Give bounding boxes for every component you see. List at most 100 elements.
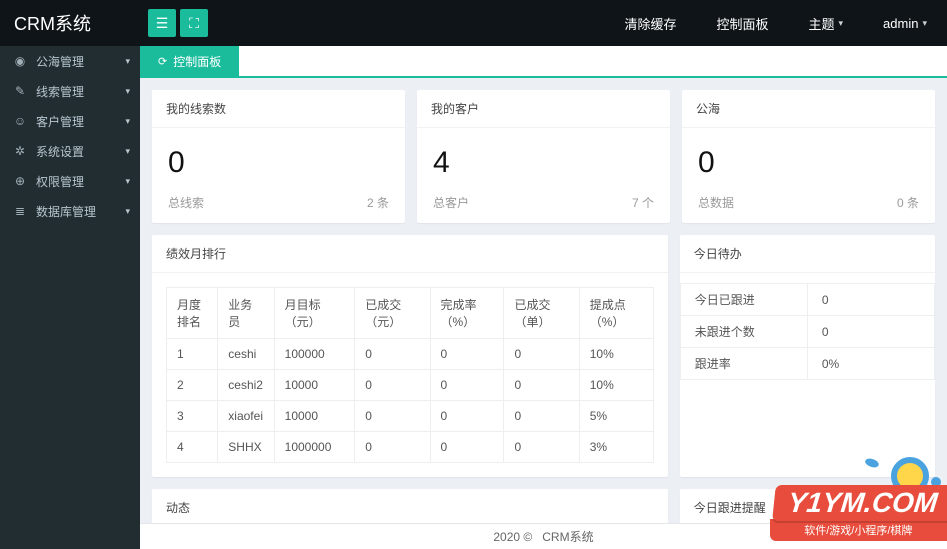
footer: 2020 © CRM系统: [140, 523, 947, 549]
dashboard-link[interactable]: 控制面板: [696, 0, 788, 46]
stat-foot-left: 总线索: [168, 194, 204, 211]
stat-foot-right: 7 个: [632, 194, 654, 211]
stat-foot-right: 2 条: [367, 194, 389, 211]
todo-panel-title: 今日待办: [680, 235, 935, 273]
table-cell: 跟进率: [680, 348, 807, 380]
stat-title: 我的客户: [417, 90, 670, 128]
table-cell: 2: [167, 370, 218, 401]
chevron-down-icon: ▾: [839, 18, 844, 29]
stat-card-0: 我的线索数 0 总线索 2 条: [152, 90, 405, 223]
sidebar-item-icon: ✎: [12, 84, 28, 98]
table-cell: 0: [807, 316, 934, 348]
table-cell: 1: [167, 339, 218, 370]
table-cell: 未跟进个数: [680, 316, 807, 348]
top-right-menu: 清除缓存 控制面板 主题▾ admin▾: [604, 0, 947, 46]
fullscreen-button[interactable]: ⛶: [180, 9, 208, 37]
table-cell: 1000000: [274, 432, 355, 463]
table-row: 2ceshi21000000010%: [167, 370, 654, 401]
sidebar-item-label: 客户管理: [36, 113, 84, 130]
sidebar-item-0[interactable]: ◉公海管理▾: [0, 46, 140, 76]
table-cell: 0: [355, 339, 430, 370]
chevron-down-icon: ▾: [125, 206, 130, 217]
sidebar-item-label: 数据库管理: [36, 203, 96, 220]
table-cell: 今日已跟进: [680, 284, 807, 316]
tab-dashboard[interactable]: ⟳ 控制面板: [140, 46, 239, 76]
sidebar-item-icon: ⊕: [12, 174, 28, 188]
table-header: 月度排名: [167, 288, 218, 339]
sidebar-item-4[interactable]: ⊕权限管理▾: [0, 166, 140, 196]
sidebar-item-1[interactable]: ✎ 线索管理 ▾: [0, 76, 140, 106]
table-header: 月目标（元）: [274, 288, 355, 339]
theme-dropdown[interactable]: 主题▾: [789, 0, 864, 46]
stat-foot-left: 总数据: [698, 194, 734, 211]
rank-table: 月度排名业务员月目标（元）已成交（元）完成率（%）已成交（单）提成点（%） 1c…: [166, 287, 654, 463]
header-buttons: ☰ ⛶: [140, 9, 208, 37]
sidebar-item-icon: ☺: [12, 114, 28, 128]
brand-title: CRM系统: [0, 10, 140, 36]
sidebar-item-label: 公海管理: [36, 53, 84, 70]
sidebar-item-icon: ✲: [12, 144, 28, 158]
sidebar: ◉公海管理▾✎线索管理▾☺客户管理▾✲系统设置▾⊕权限管理▾≣数据库管理▾: [0, 46, 140, 549]
table-cell: 0: [355, 401, 430, 432]
remind-panel: 今日跟进提醒: [680, 489, 935, 523]
stat-card-1: 我的客户 4 总客户 7 个: [417, 90, 670, 223]
user-dropdown[interactable]: admin▾: [863, 0, 947, 46]
table-row: 4SHHX10000000003%: [167, 432, 654, 463]
table-cell: SHHX: [218, 432, 274, 463]
stat-foot-right: 0 条: [897, 194, 919, 211]
table-header: 完成率（%）: [430, 288, 504, 339]
sidebar-item-icon: ≣: [12, 204, 28, 218]
activity-panel: 动态 admin 跟进 跟进记录： 跟进时间：2021-07-07 16:46:…: [152, 489, 668, 523]
sidebar-item-3[interactable]: ✲ 系统设置 ▾: [0, 136, 140, 166]
table-cell: 5%: [579, 401, 653, 432]
table-row: 3xiaofei100000005%: [167, 401, 654, 432]
table-cell: 3: [167, 401, 218, 432]
table-cell: 0: [430, 401, 504, 432]
sidebar-item-label: 线索管理: [36, 83, 84, 100]
stat-title: 我的线索数: [152, 90, 405, 128]
table-cell: 0: [355, 370, 430, 401]
refresh-icon: ⟳: [158, 55, 167, 68]
table-cell: 0%: [807, 348, 934, 380]
table-cell: ceshi: [218, 339, 274, 370]
table-row: 1ceshi10000000010%: [167, 339, 654, 370]
stat-value: 0: [168, 138, 389, 190]
table-cell: 0: [504, 339, 579, 370]
chevron-down-icon: ▾: [125, 146, 130, 157]
table-header: 已成交（元）: [355, 288, 430, 339]
menu-toggle-button[interactable]: ☰: [148, 9, 176, 37]
stat-value: 0: [698, 138, 919, 190]
table-header: 提成点（%）: [579, 288, 653, 339]
clear-cache-link[interactable]: 清除缓存: [604, 0, 696, 46]
sidebar-item-label: 系统设置: [36, 143, 84, 160]
chevron-down-icon: ▾: [125, 56, 130, 67]
table-cell: 100000: [274, 339, 355, 370]
workspace: 我的线索数 0 总线索 2 条 我的客户 4 总客户 7 个 公海 0 总数据 0 条 绩效月排行 月…: [140, 78, 947, 523]
table-cell: 0: [430, 370, 504, 401]
table-cell: ceshi2: [218, 370, 274, 401]
sidebar-item-5[interactable]: ≣ 数据库管理 ▾: [0, 196, 140, 226]
topbar: CRM系统 ☰ ⛶ 清除缓存 控制面板 主题▾ admin▾: [0, 0, 947, 46]
stat-title: 公海: [682, 90, 935, 128]
table-cell: 0: [504, 401, 579, 432]
rank-panel-title: 绩效月排行: [152, 235, 668, 273]
chevron-down-icon: ▾: [125, 116, 130, 127]
stat-value: 4: [433, 138, 654, 190]
sidebar-item-2[interactable]: ☺ 客户管理 ▾: [0, 106, 140, 136]
table-cell: 0: [504, 370, 579, 401]
chevron-down-icon: ▾: [125, 86, 130, 97]
chevron-down-icon: ▾: [125, 176, 130, 187]
table-row: 跟进率0%: [680, 348, 934, 380]
activity-panel-title: 动态: [152, 489, 668, 523]
rank-panel: 绩效月排行 月度排名业务员月目标（元）已成交（元）完成率（%）已成交（单）提成点…: [152, 235, 668, 477]
table-row: 今日已跟进0: [680, 284, 934, 316]
table-cell: 0: [355, 432, 430, 463]
table-cell: 0: [807, 284, 934, 316]
tab-label: 控制面板: [173, 53, 221, 70]
table-cell: 10000: [274, 401, 355, 432]
table-cell: 10%: [579, 370, 653, 401]
table-cell: 0: [504, 432, 579, 463]
table-row: 未跟进个数0: [680, 316, 934, 348]
todo-panel: 今日待办 今日已跟进0未跟进个数0跟进率0%: [680, 235, 935, 477]
stat-foot-left: 总客户: [433, 194, 469, 211]
